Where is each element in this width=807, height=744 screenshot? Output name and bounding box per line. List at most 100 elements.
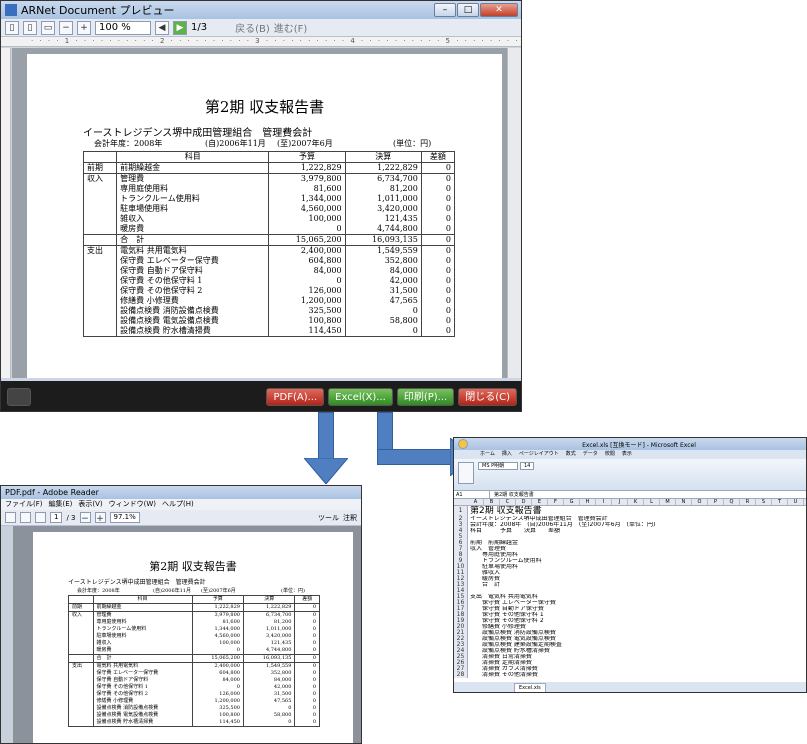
column-header[interactable]: P	[708, 499, 724, 505]
column-header[interactable]: K	[628, 499, 644, 505]
ribbon-tab[interactable]: 挿入	[502, 450, 512, 459]
ribbon-tab[interactable]: ページレイアウト	[519, 450, 559, 459]
email-icon[interactable]	[35, 512, 46, 523]
excel-button[interactable]: Excel(X)...	[328, 388, 393, 406]
group-cell	[68, 640, 94, 647]
column-header[interactable]: G	[564, 499, 580, 505]
column-header[interactable]: B	[484, 499, 500, 505]
pdf-button[interactable]: PDF(A)...	[266, 388, 325, 406]
cell[interactable]: 第2期 収支報告書	[468, 506, 542, 516]
column-header[interactable]: E	[532, 499, 548, 505]
minimize-icon[interactable]: –	[434, 3, 456, 17]
pdf-tools-button[interactable]: ツール	[318, 513, 339, 523]
menu-item[interactable]: 編集(E)	[49, 499, 73, 510]
report-unit: (単位：円)	[393, 139, 432, 148]
print-button[interactable]: 印刷(P)...	[396, 388, 455, 406]
zoom-select[interactable]: 100 %	[95, 20, 151, 35]
ribbon-tab[interactable]: 数式	[566, 450, 576, 459]
zoom-in-icon[interactable]: +	[77, 20, 91, 35]
column-header[interactable]: A	[468, 499, 484, 505]
back-button[interactable]: 戻る(B)	[235, 20, 270, 35]
forward-button[interactable]: 進む(F)	[274, 20, 308, 35]
table-row: 保守費 エレベーター保守費 604,800 352,800 0	[82, 256, 456, 266]
pdf-page-input[interactable]: 1	[50, 512, 63, 523]
pdf-comment-button[interactable]: 注釈	[343, 513, 361, 523]
font-name-select[interactable]: MS P明朝	[478, 462, 518, 470]
menu-item[interactable]: ファイル(F)	[5, 499, 43, 510]
ribbon-tab[interactable]: 表示	[622, 450, 632, 459]
table-row: 前期 前期繰越金 1,222,829 1,222,829 0	[82, 162, 456, 174]
pdf-titlebar[interactable]: PDF.pdf - Adobe Reader	[1, 486, 361, 499]
column-header[interactable]: F	[548, 499, 564, 505]
two-page-icon[interactable]: ▯	[23, 20, 37, 35]
name-box[interactable]: A1	[454, 491, 490, 498]
item-cell: 前期繰越金	[92, 603, 193, 612]
menu-item[interactable]: 表示(V)	[78, 499, 102, 510]
office-button-icon[interactable]	[458, 439, 468, 449]
column-header[interactable]: I	[596, 499, 612, 505]
column-header[interactable]: R	[740, 499, 756, 505]
preview-titlebar[interactable]: ARNet Document プレビュー – □ ✕	[1, 1, 521, 19]
open-icon[interactable]	[5, 512, 16, 523]
close-button[interactable]: 閉じる(C)	[458, 388, 517, 406]
sheet-tab[interactable]: Excel.xls	[514, 683, 546, 692]
cell[interactable]: 合 計	[468, 582, 500, 588]
ribbon-tab[interactable]: データ	[583, 450, 598, 459]
column-header[interactable]: M	[660, 499, 676, 505]
ribbon-tab[interactable]: ホーム	[480, 450, 495, 459]
maximize-icon[interactable]: □	[457, 3, 479, 17]
value-cell: 2,400,000	[268, 245, 346, 256]
excel-title: Excel.xls [互換モード] - Microsoft Excel	[582, 441, 696, 449]
column-header[interactable]: H	[580, 499, 596, 505]
cell[interactable]: 清掃費 その他清掃費	[468, 672, 538, 678]
column-header[interactable]: D	[516, 499, 532, 505]
excel-titlebar[interactable]: Excel.xls [互換モード] - Microsoft Excel	[454, 438, 806, 450]
single-page-icon[interactable]: ▯	[5, 20, 19, 35]
pdf-document-area[interactable]: 第2期 収支報告書 イーストレジデンス堺中成田管理組合 管理費会計 会計年度：2…	[13, 526, 361, 743]
column-header[interactable]: O	[692, 499, 708, 505]
close-icon[interactable]: ✕	[480, 3, 518, 17]
ribbon-tab[interactable]: 校閲	[605, 450, 615, 459]
zoom-out-icon[interactable]: −	[59, 20, 73, 35]
menu-item[interactable]: ヘルプ(H)	[162, 499, 194, 510]
first-page-icon[interactable]: ◀	[155, 20, 169, 35]
item-cell: 設備点検費 電気設備点検費	[92, 712, 193, 719]
column-header[interactable]: J	[612, 499, 628, 505]
column-header[interactable]: N	[676, 499, 692, 505]
value-cell: 0	[420, 173, 456, 184]
zoom-out-icon[interactable]: −	[79, 512, 91, 524]
excel-ribbon-tabs: ホーム 挿入 ページレイアウト 数式 データ 校閲 表示	[454, 450, 806, 459]
column-header[interactable]: L	[644, 499, 660, 505]
value-cell: 325,500	[191, 705, 244, 712]
pdf-fiscal-year: 会計年度：2008年	[77, 588, 120, 594]
value-cell: 0	[268, 224, 346, 235]
column-header[interactable]: T	[772, 499, 788, 505]
excel-grid[interactable]: 1 第2期 収支報告書 2 イーストレジデンス堺中成田管理組合 管理費会計 3 会計年度：…	[454, 506, 806, 682]
fit-page-icon[interactable]: ▭	[41, 20, 55, 35]
column-header[interactable]: U	[788, 499, 804, 505]
cell[interactable]: 科目 予算 決算 差額	[468, 528, 560, 534]
print-icon[interactable]	[20, 512, 31, 523]
table-row: 保守費 その他保守料 1 0 42,000 0	[68, 684, 320, 691]
pdf-side-panel[interactable]	[1, 526, 13, 743]
column-header[interactable]: Q	[724, 499, 740, 505]
paste-icon[interactable]	[458, 462, 474, 484]
column-header[interactable]: C	[500, 499, 516, 505]
menu-item[interactable]: ウィンドウ(W)	[109, 499, 156, 510]
preview-document-area[interactable]: 第2期 収支報告書 イーストレジデンス堺中成田管理組合 管理費会計 会計年度：2…	[12, 48, 507, 378]
value-cell: 1,222,829	[268, 162, 346, 174]
pdf-zoom-select[interactable]: 97.1%	[109, 512, 140, 523]
item-cell: 修繕費 小修理費	[116, 296, 270, 306]
pdf-unit: (単位：円)	[281, 588, 305, 594]
row-number[interactable]: 28	[454, 672, 468, 678]
item-cell: 保守費 エレベーター保守費	[116, 256, 270, 266]
value-cell: 1,200,000	[191, 698, 244, 705]
zoom-in-icon[interactable]: +	[94, 512, 106, 524]
column-header[interactable]: S	[756, 499, 772, 505]
font-size-select[interactable]: 14	[520, 462, 534, 470]
formula-input[interactable]: 第2期 収支報告書	[494, 491, 534, 498]
page-thumb-button[interactable]	[7, 388, 31, 406]
excel-column-headers: ABCDEFGHIJKLMNOPQRSTU	[454, 499, 806, 506]
next-page-icon[interactable]: ▶	[173, 20, 187, 35]
preview-scrollbar[interactable]	[507, 48, 521, 378]
